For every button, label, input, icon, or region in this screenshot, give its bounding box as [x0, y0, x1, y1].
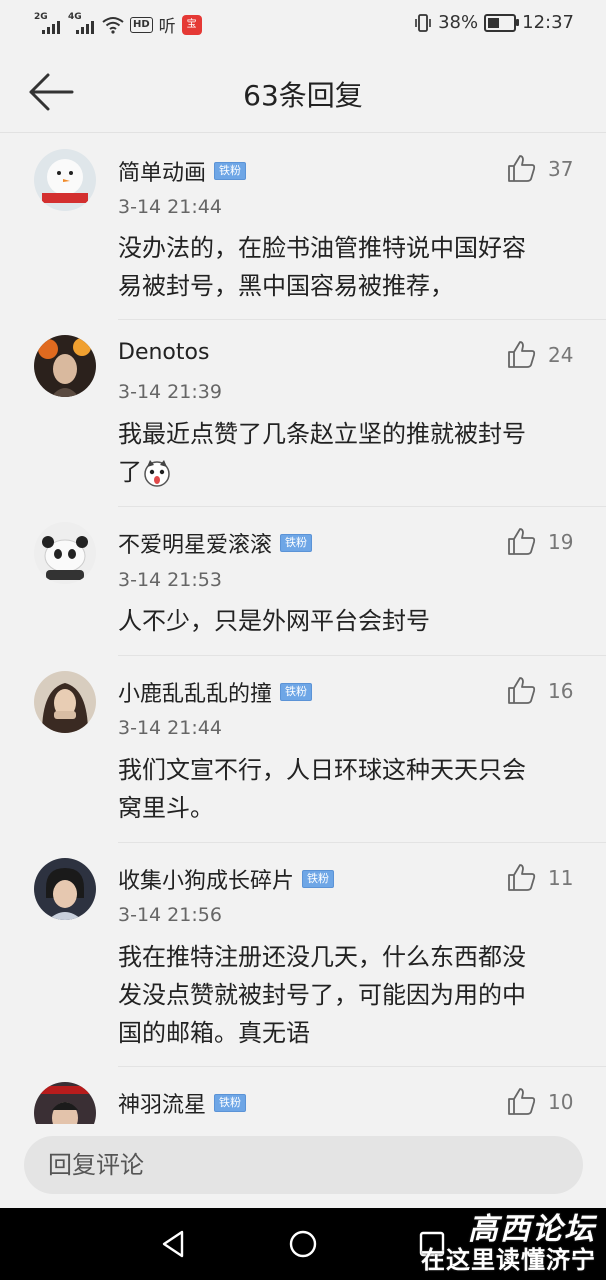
- avatar[interactable]: [34, 858, 96, 920]
- comment-text-line: 发没点赞就被封号了，可能因为用的中: [118, 981, 526, 1009]
- comment-text: 我在推特注册还没几天，什么东西都没 发没点赞就被封号了，可能因为用的中 国的邮箱…: [118, 938, 578, 1052]
- avatar[interactable]: [34, 335, 96, 397]
- avatar[interactable]: [34, 671, 96, 733]
- page-title: 63条回复: [243, 79, 363, 112]
- comment-author[interactable]: Denotos: [118, 340, 209, 365]
- comment-time: 3-14 21:53: [118, 569, 222, 591]
- comment-text-line: 窝里斗。: [118, 794, 214, 822]
- fan-badge: 铁粉: [214, 1094, 247, 1112]
- avatar[interactable]: [34, 149, 96, 211]
- comment-time: 3-14 21:44: [118, 717, 222, 739]
- comment-text-segment: 了: [118, 458, 142, 486]
- status-bar: 2G 4G HD 听 宝 38% 12:37: [0, 0, 606, 52]
- like-count: 19: [548, 530, 574, 554]
- author-name[interactable]: 简单动画: [118, 155, 206, 187]
- like-count: 11: [548, 866, 574, 890]
- watermark-slogan: 在这里读懂济宁: [421, 1246, 596, 1274]
- comment-author[interactable]: 神羽流星 铁粉: [118, 1087, 247, 1119]
- comment-author[interactable]: 收集小狗成长碎片 铁粉: [118, 863, 335, 895]
- fan-badge: 铁粉: [280, 534, 313, 552]
- comment-text-line: 我们文宣不行，人日环球这种天天只会: [118, 756, 526, 784]
- author-name[interactable]: 小鹿乱乱乱的撞: [118, 676, 272, 708]
- fan-badge: 铁粉: [280, 683, 313, 701]
- comment-time: 3-14 21:39: [118, 381, 222, 403]
- comment-text-line: 没办法的，在脸书油管推特说中国好容: [118, 234, 526, 262]
- comment-time: 3-14 21:56: [118, 904, 222, 926]
- comment-text: 人不少，只是外网平台会封号: [118, 602, 578, 640]
- ting-app-icon: 听: [158, 17, 176, 37]
- clock: 12:37: [522, 12, 574, 33]
- comment-text: 没办法的，在脸书油管推特说中国好容 易被封号，黑中国容易被推荐，: [118, 229, 578, 305]
- system-nav-bar: 高西论坛 在这里读懂济宁: [0, 1208, 606, 1280]
- comment-text: 我最近点赞了几条赵立坚的推就被封号 了: [118, 415, 578, 491]
- author-name[interactable]: Denotos: [118, 340, 209, 365]
- comment-author[interactable]: 小鹿乱乱乱的撞 铁粉: [118, 676, 313, 708]
- comment-time: 3-14 21:44: [118, 196, 222, 218]
- nav-back-icon[interactable]: [158, 1228, 190, 1260]
- signal-icon: 2G: [34, 12, 62, 36]
- app-notification-icon: 宝: [181, 14, 202, 35]
- divider: [118, 319, 606, 320]
- vibrate-icon: [415, 13, 431, 32]
- avatar[interactable]: [34, 522, 96, 584]
- author-name[interactable]: 收集小狗成长碎片: [118, 863, 294, 895]
- battery-percent: 38%: [438, 12, 479, 33]
- comment-item: 神羽流星 铁粉 10: [0, 1067, 606, 1124]
- thumbs-up-icon[interactable]: [507, 526, 537, 556]
- author-name[interactable]: 不爱明星爱滚滚: [118, 527, 272, 559]
- author-name[interactable]: 神羽流星: [118, 1087, 206, 1119]
- page-header: 63条回复: [0, 52, 606, 133]
- thumbs-up-icon[interactable]: [507, 862, 537, 892]
- thumbs-up-icon[interactable]: [507, 339, 537, 369]
- avatar[interactable]: [34, 1082, 96, 1124]
- thumbs-up-icon[interactable]: [507, 1086, 537, 1116]
- thumbs-up-icon[interactable]: [507, 153, 537, 183]
- divider: [118, 506, 606, 507]
- comment-text-line: 我在推特注册还没几天，什么东西都没: [118, 943, 526, 971]
- thumbs-up-icon[interactable]: [507, 675, 537, 705]
- fan-badge: 铁粉: [302, 870, 335, 888]
- signal-icon: 4G: [68, 12, 96, 36]
- comment-text-line: 了: [118, 453, 578, 491]
- reply-bar: 回复评论: [0, 1124, 606, 1208]
- battery-icon: [484, 13, 520, 32]
- comment-text-line: 国的邮箱。真无语: [118, 1019, 310, 1047]
- like-count: 16: [548, 679, 574, 703]
- divider: [118, 842, 606, 843]
- comment-author[interactable]: 不爱明星爱滚滚 铁粉: [118, 527, 313, 559]
- comment-text-line: 人不少，只是外网平台会封号: [118, 607, 430, 635]
- wifi-icon: [102, 16, 124, 34]
- comment-text: 我们文宣不行，人日环球这种天天只会 窝里斗。: [118, 751, 578, 827]
- like-count: 24: [548, 343, 574, 367]
- comment-author[interactable]: 简单动画 铁粉: [118, 155, 247, 187]
- comment-text-line: 我最近点赞了几条赵立坚的推就被封号: [118, 420, 526, 448]
- reply-input[interactable]: 回复评论: [24, 1136, 583, 1194]
- nav-home-icon[interactable]: [287, 1228, 319, 1260]
- like-count: 37: [548, 157, 574, 181]
- fan-badge: 铁粉: [214, 162, 247, 180]
- watermark-logo-text: 高西论坛: [468, 1212, 596, 1247]
- hd-voice-icon: HD: [130, 16, 153, 33]
- watermark: 高西论坛 在这里读懂济宁: [421, 1212, 596, 1275]
- dog-emoji-icon: [144, 460, 170, 487]
- divider: [118, 655, 606, 656]
- like-count: 10: [548, 1090, 574, 1114]
- comment-text-line: 易被封号，黑中国容易被推荐，: [118, 272, 454, 300]
